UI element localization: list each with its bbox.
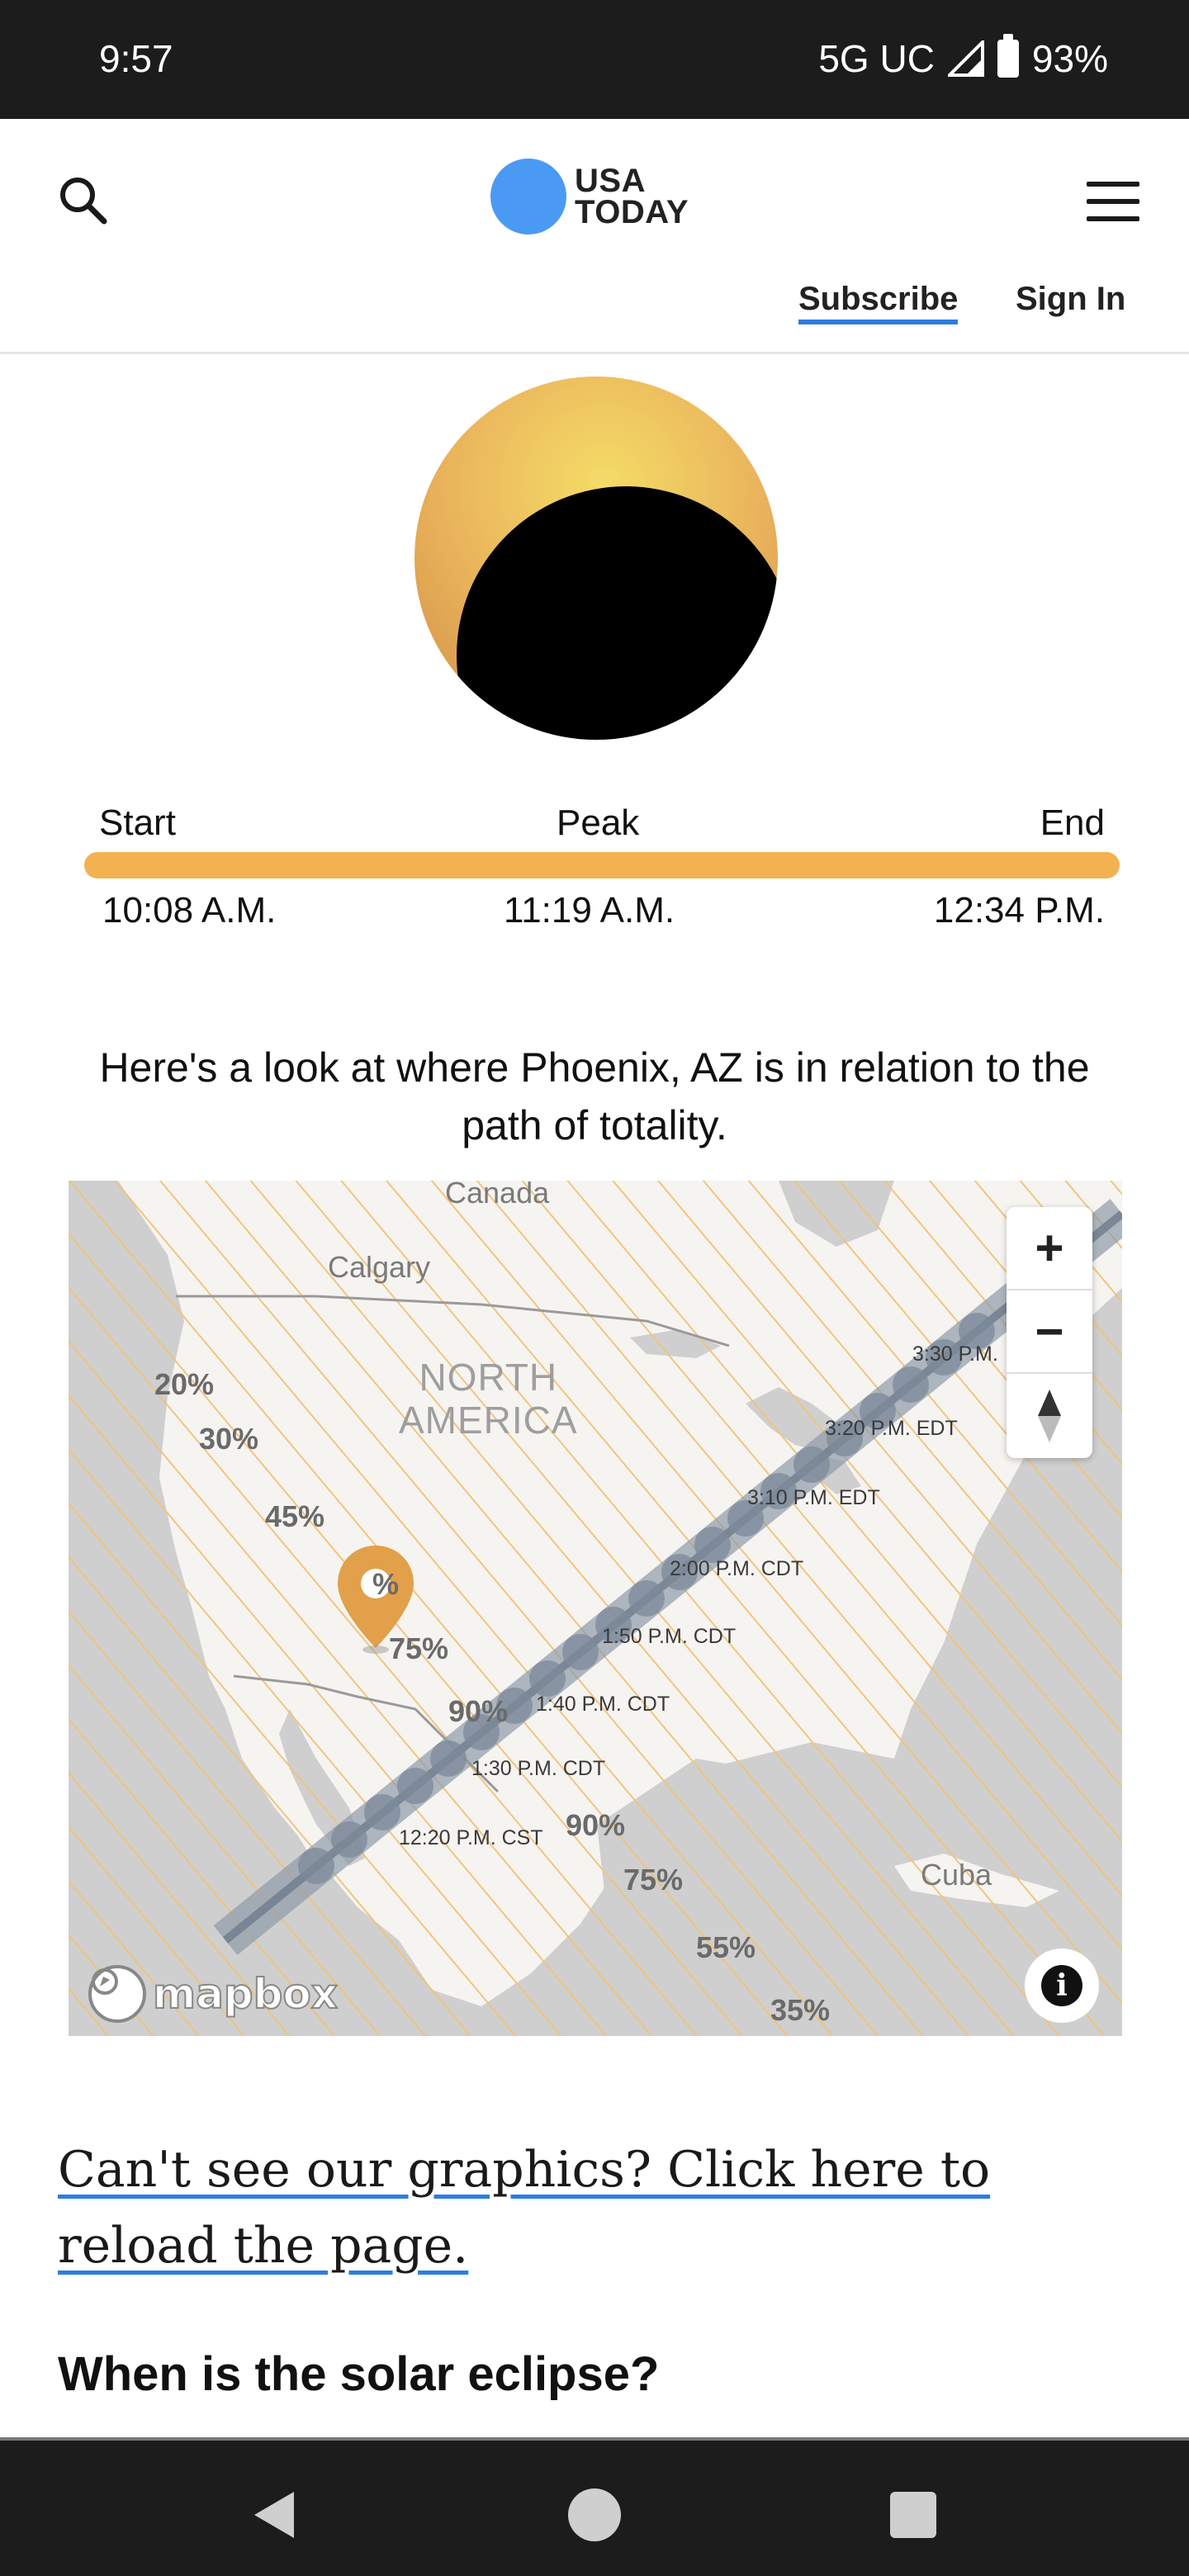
sign-in-link[interactable]: Sign In (1016, 281, 1125, 318)
map-info-button[interactable]: i (1025, 1949, 1099, 2023)
start-time: 10:08 A.M. (102, 890, 277, 930)
path-time-label: 1:30 P.M. CDT (471, 1757, 606, 1780)
search-icon (60, 178, 107, 225)
signal-icon (947, 40, 984, 77)
home-icon[interactable] (568, 2488, 621, 2541)
end-label: End (1040, 803, 1105, 843)
percent-label: 30% (199, 1422, 259, 1456)
cuba-label: Cuba (921, 1858, 992, 1892)
percent-label: 35% (770, 1993, 831, 2027)
hamburger-icon-bar (1087, 199, 1139, 204)
canada-label: Canada (445, 1181, 550, 1210)
mapbox-logo[interactable]: mapbox (88, 1965, 339, 2023)
hamburger-icon-bar (1087, 182, 1139, 187)
logo-wordmark: USA TODAY (575, 163, 689, 230)
percent-label: 75% (623, 1863, 684, 1896)
percent-label: 75% (389, 1631, 449, 1665)
back-icon[interactable] (254, 2492, 294, 2538)
zoom-out-button[interactable]: − (1007, 1290, 1092, 1374)
eclipse-timeline-bar (84, 852, 1120, 878)
compass-south-icon (1038, 1415, 1061, 1442)
percent-label: 20% (154, 1367, 215, 1401)
map-zoom-controls: + − (1007, 1207, 1092, 1458)
path-time-label: 1:50 P.M. CDT (602, 1625, 737, 1648)
recent-apps-icon[interactable] (890, 2492, 936, 2538)
intro-text: Here's a look at where Phoenix, AZ is in… (99, 1044, 1090, 1148)
eclipse-path-map[interactable]: Canada Calgary NORTH AMERICA Cuba 20% 30… (69, 1181, 1122, 2036)
america-label: AMERICA (399, 1399, 578, 1442)
hamburger-icon-bar (1087, 216, 1139, 221)
path-time-label: 3:10 P.M. EDT (747, 1486, 880, 1509)
logo-line-2: TODAY (575, 194, 689, 230)
path-time-label: 3:20 P.M. EDT (825, 1417, 958, 1440)
zoom-in-button[interactable]: + (1007, 1207, 1092, 1290)
percent-label: 55% (696, 1930, 756, 1964)
path-time-label: 12:20 P.M. CST (399, 1826, 543, 1849)
battery-percent: 93% (1031, 37, 1108, 80)
path-time-label: 1:40 P.M. CDT (536, 1693, 670, 1716)
subscribe-link[interactable]: Subscribe (798, 281, 959, 324)
usa-today-logo[interactable]: USA TODAY (490, 159, 689, 234)
reload-page-link[interactable]: Can't see our graphics? Click here to re… (58, 2132, 1139, 2284)
logo-dot-icon (490, 159, 566, 234)
section-heading: When is the solar eclipse? (58, 2347, 660, 2401)
path-time-label: 2:00 P.M. CDT (670, 1557, 804, 1580)
site-header: USA TODAY Subscribe Sign In (0, 119, 1189, 354)
path-time-label: 3:30 P.M. (912, 1342, 998, 1366)
status-bar: 9:57 5G UC 93% (0, 0, 1189, 119)
percent-label: 90% (448, 1694, 509, 1728)
north-label: NORTH (419, 1356, 558, 1399)
start-label: Start (99, 803, 176, 843)
percent-label: 90% (566, 1808, 626, 1842)
reset-bearing-button[interactable] (1007, 1374, 1092, 1457)
eclipse-timeline-labels: Start Peak End (99, 803, 1105, 844)
north-america-label: NORTH AMERICA (399, 1356, 578, 1442)
info-icon: i (1041, 1965, 1082, 2006)
peak-time: 11:19 A.M. (504, 890, 675, 930)
map-canvas (69, 1181, 1122, 2036)
mapbox-icon (88, 1965, 146, 2023)
calgary-label: Calgary (328, 1250, 431, 1284)
battery-icon (997, 34, 1019, 78)
end-time: 12:34 P.M. (933, 890, 1105, 930)
menu-button[interactable] (1080, 168, 1146, 234)
logo-line-1: USA (575, 163, 646, 199)
percent-label: % (372, 1567, 400, 1601)
status-time: 9:57 (99, 37, 173, 80)
percent-label: 45% (265, 1499, 325, 1533)
eclipse-timeline-times: 10:08 A.M. 11:19 A.M. 12:34 P.M. (99, 890, 1105, 940)
eclipse-graphic (414, 376, 778, 740)
status-icons: 5G UC 93% (818, 34, 1108, 81)
search-button[interactable] (50, 167, 116, 233)
system-nav-bar (0, 2437, 1189, 2576)
compass-north-icon (1038, 1389, 1061, 1416)
peak-label: Peak (557, 803, 640, 843)
mapbox-wordmark: mapbox (152, 1969, 339, 2019)
network-label: 5G UC (818, 37, 935, 80)
